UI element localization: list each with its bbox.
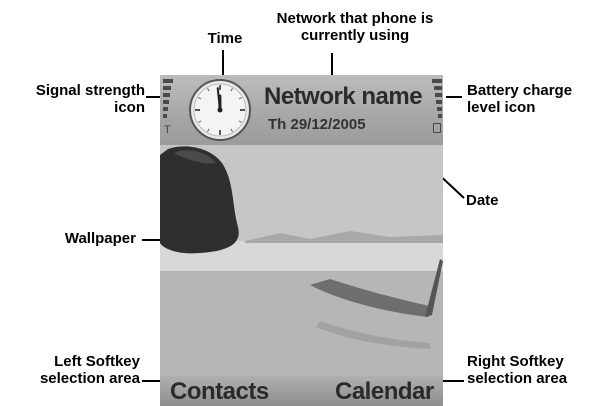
battery-level-icon [430, 79, 442, 133]
battery-label-line1: Battery charge [467, 82, 573, 99]
antenna-icon: T [164, 124, 171, 136]
beach [160, 271, 443, 376]
network-label-line1: Network that phone is [276, 10, 434, 27]
wallpaper-scene [160, 145, 443, 376]
date-label: Date [466, 192, 499, 209]
battery-leader [446, 96, 462, 98]
wallpaper-label: Wallpaper [64, 230, 136, 247]
network-label: Network that phone is currently using [255, 10, 455, 44]
right-softkey-label-line2: selection area [467, 370, 568, 387]
right-softkey-leader [442, 380, 464, 382]
left-softkey-label: Left Softkey selection area [0, 353, 140, 387]
signal-label-line2: icon [114, 99, 145, 116]
wallpaper [160, 145, 443, 376]
status-bar: T Network name Th 29/12/2005 [160, 75, 443, 145]
left-softkey-label-line2: selection area [39, 370, 140, 387]
network-label-line2: currently using [300, 27, 410, 44]
battery-label-line2: level icon [467, 99, 536, 116]
battery-label: Battery charge level icon [467, 82, 600, 116]
wallpaper-leader [142, 239, 162, 241]
battery-glyph-icon [433, 123, 441, 133]
right-softkey-label: Right Softkey selection area [467, 353, 600, 387]
signal-strength-icon: T [163, 79, 175, 136]
left-softkey-button[interactable]: Contacts [170, 378, 269, 406]
network-name: Network name [264, 83, 423, 110]
network-leader [331, 53, 333, 75]
left-softkey-label-line1: Left Softkey [54, 353, 140, 370]
left-softkey-leader [142, 380, 162, 382]
softkey-bar: Contacts Calendar [160, 376, 443, 406]
time-label: Time [207, 30, 243, 47]
phone-screen: T Network name Th 29/12/2005 Contacts Ca… [160, 75, 443, 406]
signal-label: Signal strength icon [0, 82, 145, 116]
time-leader [222, 50, 224, 76]
signal-label-line1: Signal strength [35, 82, 145, 99]
right-softkey-button[interactable]: Calendar [335, 378, 434, 406]
date-display: Th 29/12/2005 [268, 116, 366, 133]
right-softkey-label-line1: Right Softkey [467, 353, 564, 370]
analog-clock-icon [189, 79, 251, 141]
